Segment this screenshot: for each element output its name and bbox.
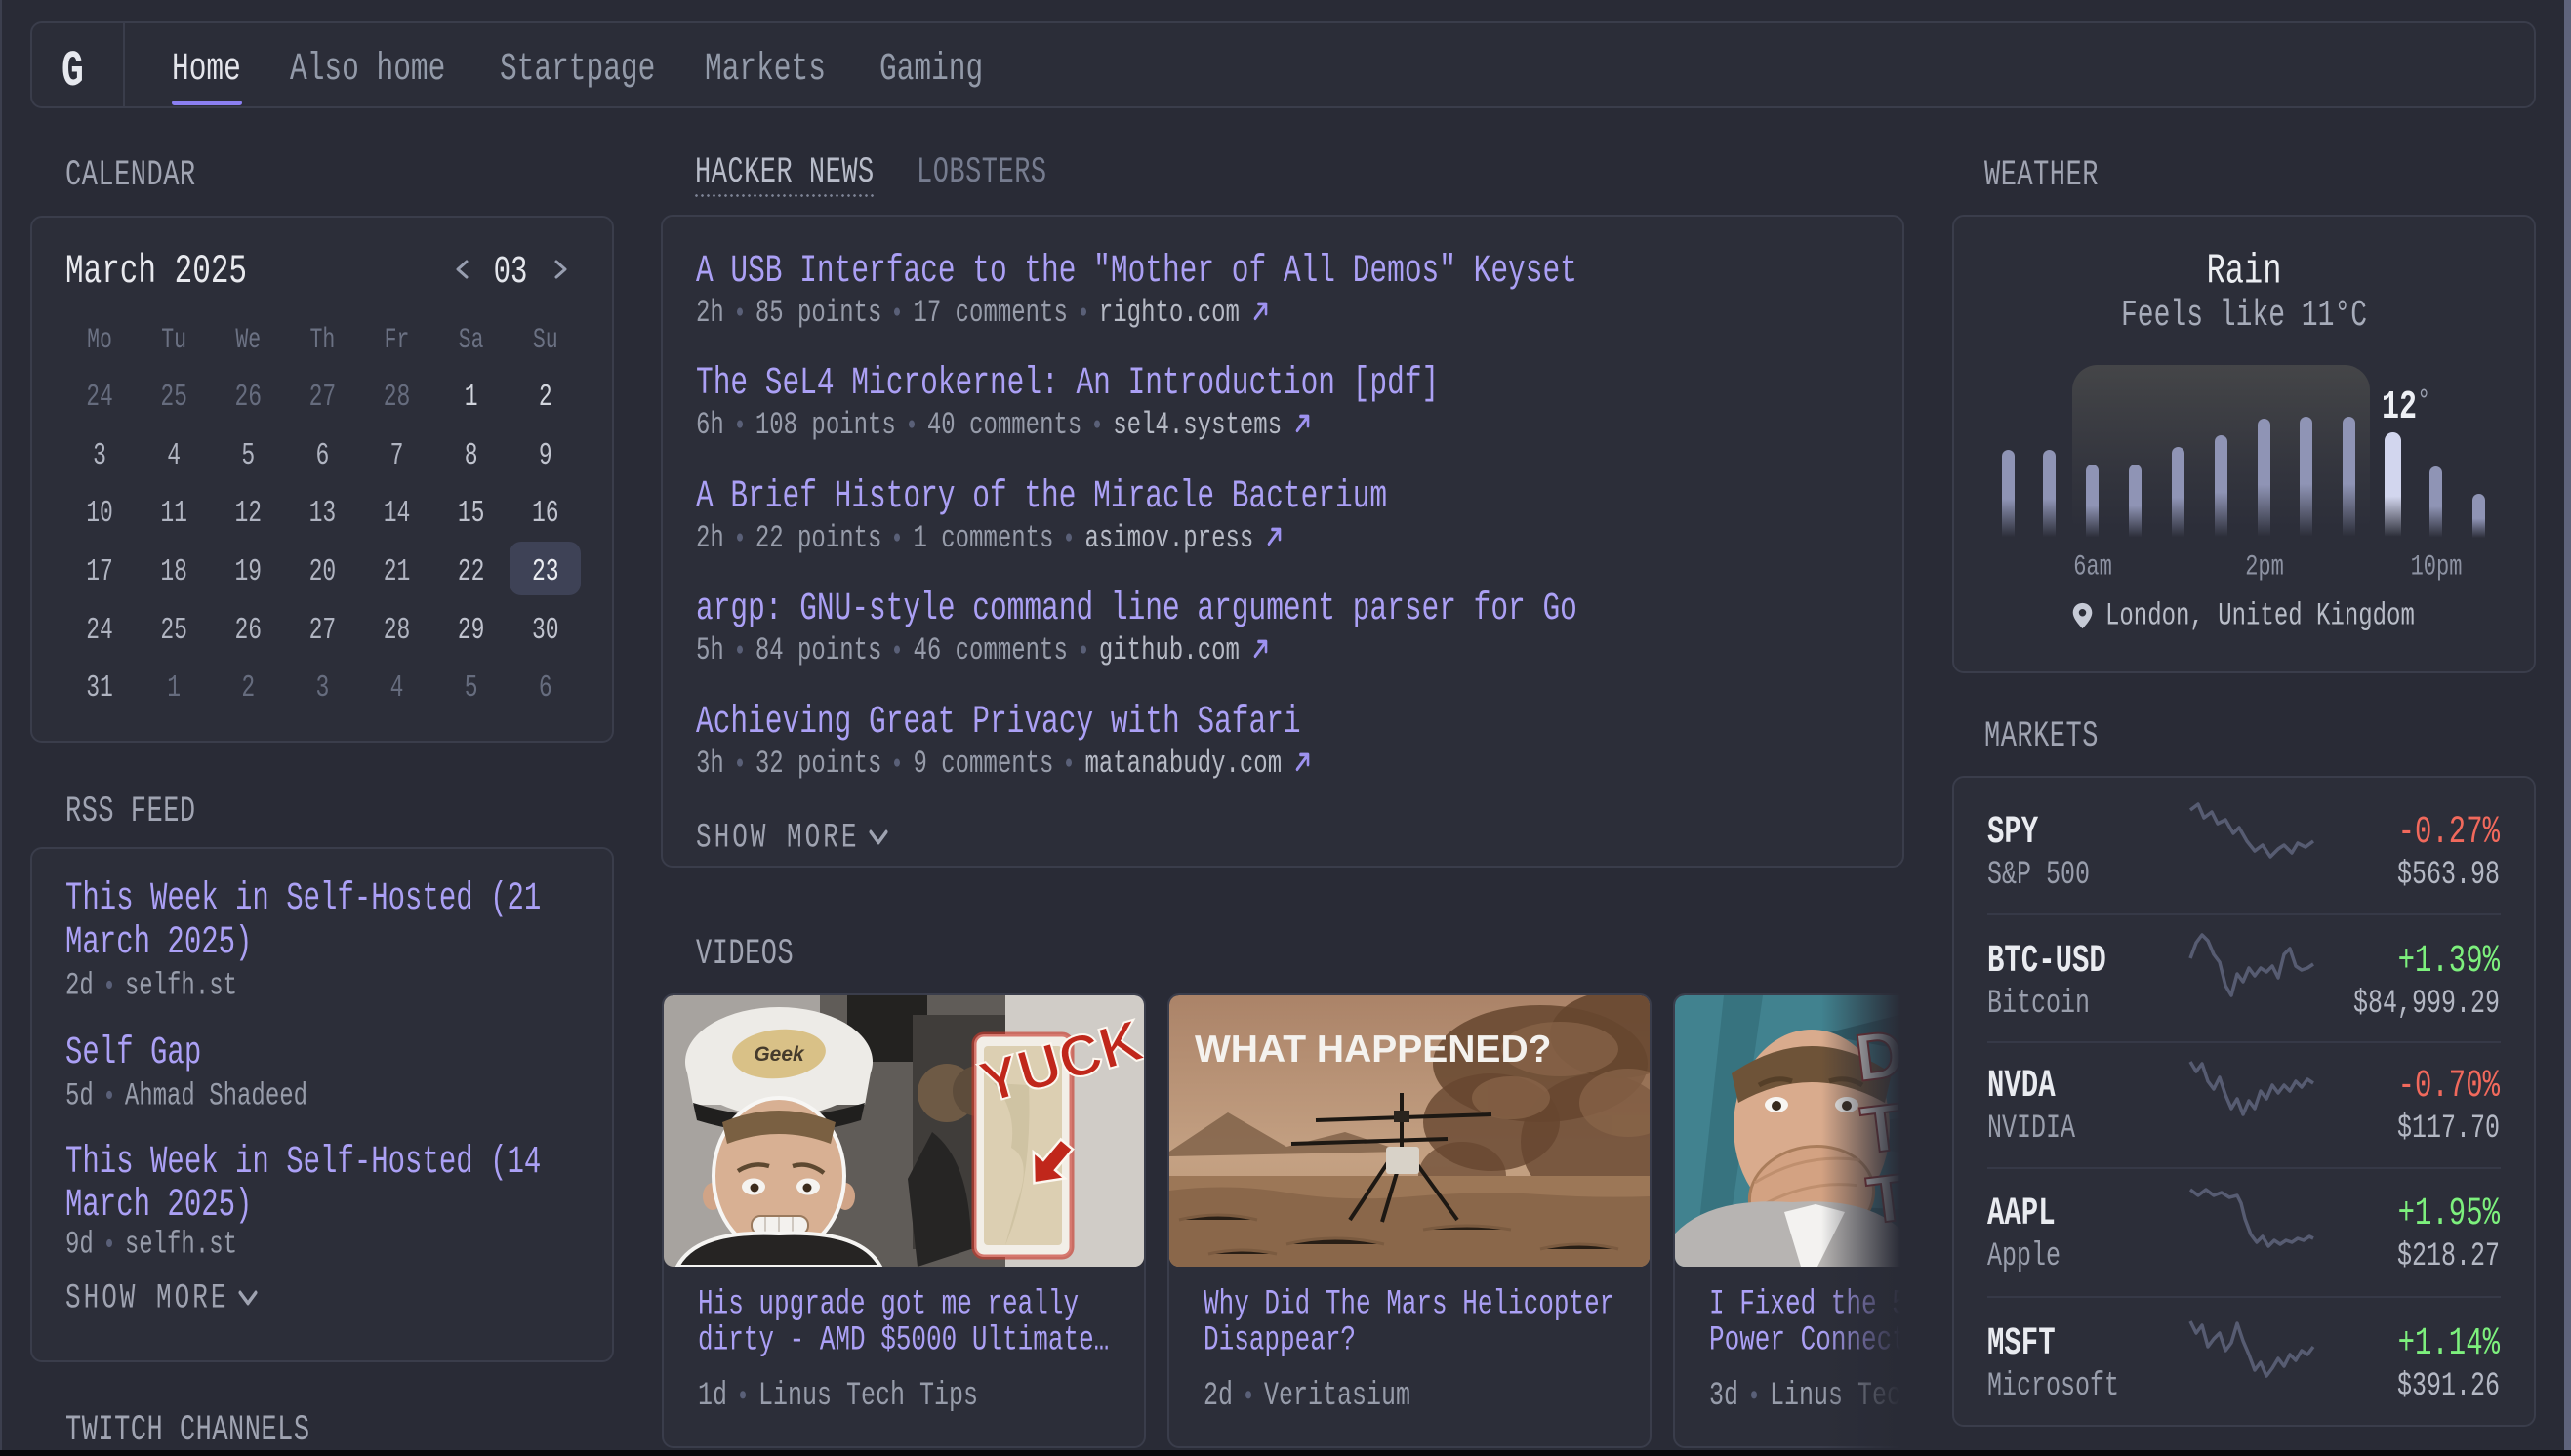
svg-text:Geek: Geek xyxy=(754,1043,805,1066)
svg-text:WHAT HAPPENED?: WHAT HAPPENED? xyxy=(1195,1029,1551,1071)
